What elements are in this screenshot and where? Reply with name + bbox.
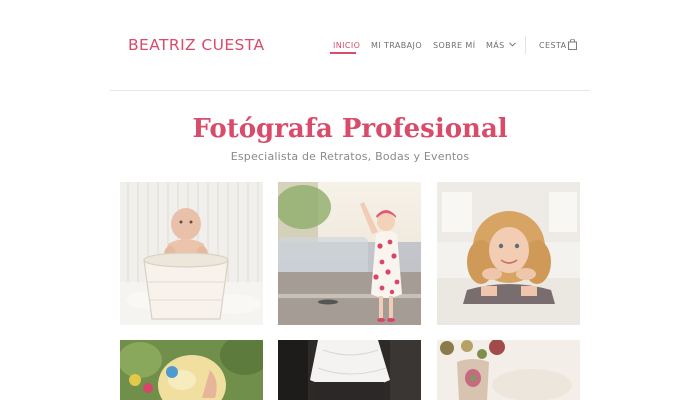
shopping-bag-icon[interactable] — [568, 39, 577, 50]
nav-item-mas-label: MÁS — [486, 41, 505, 50]
gallery-photo-girl-waving[interactable] — [278, 182, 421, 325]
gallery-photo-baby[interactable] — [120, 182, 263, 325]
nav-item-sobre-mi[interactable]: SOBRE MÍ — [433, 41, 475, 50]
nav-item-mi-trabajo[interactable]: MI TRABAJO — [371, 41, 422, 50]
nav-item-inicio[interactable]: INICIO — [333, 41, 360, 50]
page-title: Fotógrafa Profesional — [192, 114, 508, 144]
header-divider — [110, 90, 590, 91]
cart-link[interactable]: CESTA — [539, 41, 566, 50]
nav-separator — [525, 36, 526, 54]
girl-waving-photo-image — [278, 182, 421, 325]
floral-vase-photo-image — [437, 340, 580, 400]
curly-girl-photo-image — [437, 182, 580, 325]
gallery-photo-curly-girl[interactable] — [437, 182, 580, 325]
page-subtitle: Especialista de Retratos, Bodas y Evento… — [230, 150, 470, 163]
gallery-photo-bride[interactable] — [278, 340, 421, 400]
bride-photo-image — [278, 340, 421, 400]
gallery-photo-vase[interactable] — [437, 340, 580, 400]
baby-photo-image — [120, 182, 263, 325]
nav-item-mas[interactable]: MÁS — [486, 41, 516, 50]
gallery-photo-blonde-child[interactable] — [120, 340, 263, 400]
chevron-down-icon — [508, 42, 516, 47]
blonde-child-photo-image — [120, 340, 263, 400]
active-nav-underline — [330, 52, 356, 54]
